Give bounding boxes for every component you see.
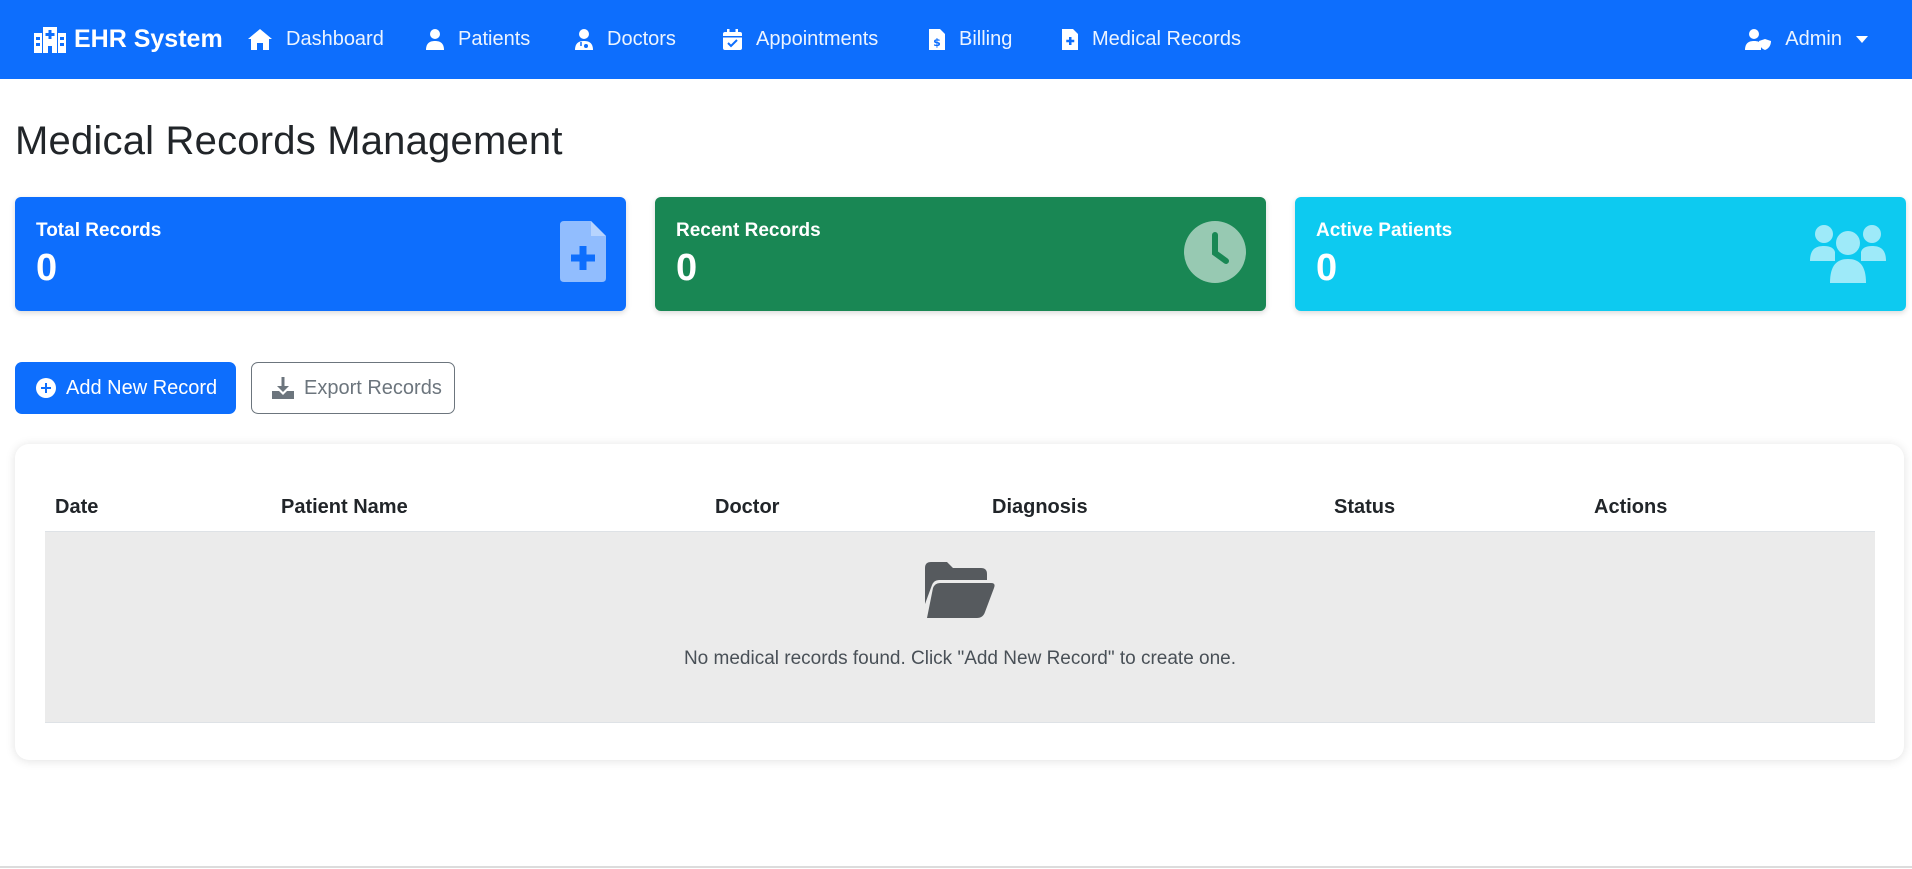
nav-patients-label: Patients <box>458 28 531 50</box>
stat-value: 0 <box>36 247 58 289</box>
home-icon <box>248 29 272 50</box>
user-shield-icon <box>1745 29 1772 50</box>
file-medical-icon <box>1062 29 1078 50</box>
nav-billing[interactable]: $ Billing <box>929 0 1012 79</box>
nav-dashboard-label: Dashboard <box>286 28 384 50</box>
svg-text:$: $ <box>933 36 941 49</box>
clock-icon <box>1184 221 1246 283</box>
user-menu-dropdown[interactable]: Admin <box>1745 0 1868 79</box>
plus-circle-icon <box>36 378 56 398</box>
brand-link[interactable]: EHR System <box>34 0 223 79</box>
nav-doctors-label: Doctors <box>607 28 676 50</box>
invoice-dollar-icon: $ <box>929 29 945 50</box>
chevron-down-icon <box>1856 36 1868 43</box>
user-name: Admin <box>1785 28 1842 50</box>
users-icon <box>1810 225 1886 283</box>
nav-billing-label: Billing <box>959 28 1013 50</box>
nav-dashboard[interactable]: Dashboard <box>248 0 384 79</box>
column-header-actions: Actions <box>1594 496 1668 518</box>
nav-appointments-label: Appointments <box>756 28 879 50</box>
export-records-label: Export Records <box>304 376 442 399</box>
column-header-diagnosis: Diagnosis <box>992 496 1088 518</box>
divider <box>0 866 1912 868</box>
empty-state-message: No medical records found. Click "Add New… <box>683 648 1237 669</box>
user-icon <box>426 29 444 50</box>
nav-appointments[interactable]: Appointments <box>723 0 878 79</box>
stat-card-total-records: Total Records 0 <box>15 197 626 311</box>
page-title: Medical Records Management <box>15 119 563 163</box>
add-new-record-label: Add New Record <box>66 376 218 399</box>
calendar-check-icon <box>723 29 742 50</box>
column-header-status: Status <box>1334 496 1396 518</box>
nav-medical-records[interactable]: Medical Records <box>1062 0 1241 79</box>
download-icon <box>272 377 294 399</box>
file-medical-icon <box>560 221 606 282</box>
stat-card-active-patients: Active Patients 0 <box>1295 197 1906 311</box>
column-header-patient-name: Patient Name <box>281 496 408 518</box>
stat-label: Active Patients <box>1316 220 1453 241</box>
brand-label: EHR System <box>74 25 223 53</box>
export-records-button[interactable]: Export Records <box>251 362 455 414</box>
hospital-icon <box>34 26 66 53</box>
doctor-icon <box>575 29 593 50</box>
stat-value: 0 <box>1316 247 1338 289</box>
nav-medical-records-label: Medical Records <box>1092 28 1241 50</box>
stat-label: Total Records <box>36 220 162 241</box>
nav-patients[interactable]: Patients <box>426 0 530 79</box>
folder-open-icon <box>925 562 995 618</box>
add-new-record-button[interactable]: Add New Record <box>15 362 236 414</box>
empty-state-row: No medical records found. Click "Add New… <box>45 531 1875 723</box>
stat-label: Recent Records <box>676 220 821 241</box>
records-table-card: Date Patient Name Doctor Diagnosis Statu… <box>15 444 1904 760</box>
column-header-date: Date <box>55 496 99 518</box>
stat-value: 0 <box>676 247 698 289</box>
column-header-doctor: Doctor <box>715 496 780 518</box>
nav-doctors[interactable]: Doctors <box>575 0 676 79</box>
stat-card-recent-records: Recent Records 0 <box>655 197 1266 311</box>
top-navbar: EHR System Dashboard Patients Doctors Ap… <box>0 0 1912 79</box>
